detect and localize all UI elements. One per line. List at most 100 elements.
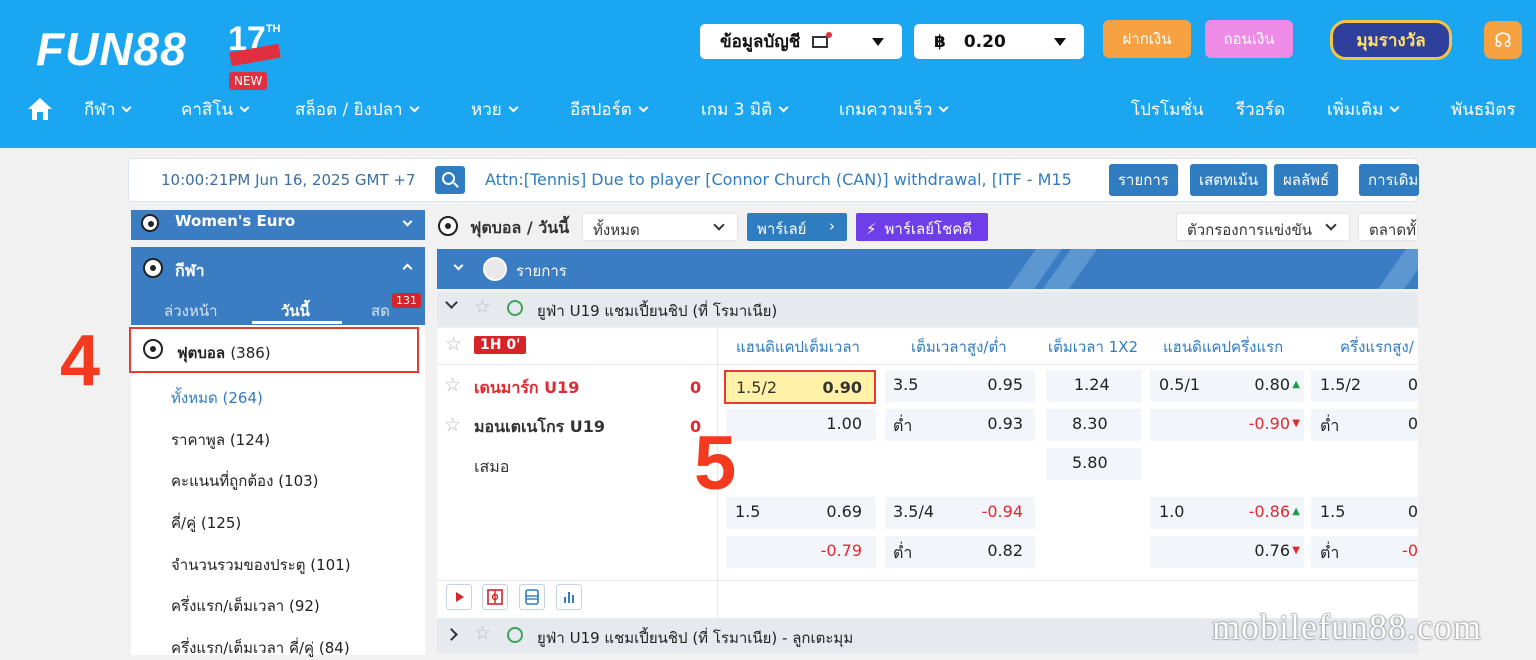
star-icon[interactable]: ☆ bbox=[445, 333, 462, 355]
hdp-odd: 0.90 bbox=[822, 378, 862, 397]
balance-dropdown[interactable]: ฿ 0.20 bbox=[914, 24, 1084, 59]
field-icon[interactable] bbox=[482, 584, 508, 610]
market-all[interactable]: ทั้งหมด (264) bbox=[171, 386, 263, 410]
highlight-box-step-5[interactable]: 1.5/2 0.90 bbox=[724, 370, 876, 404]
stats-list-icon[interactable] bbox=[519, 584, 545, 610]
match-time-badge: 1H 0' bbox=[474, 336, 527, 354]
star-icon[interactable]: ☆ bbox=[474, 296, 491, 318]
chevron-down-icon bbox=[239, 102, 250, 113]
nav-more[interactable]: เพิ่มเติม bbox=[1327, 96, 1400, 123]
odds-cell[interactable]: ต่ำ 0 bbox=[1311, 409, 1418, 441]
chevron-down-icon bbox=[638, 102, 649, 113]
odds-cell[interactable]: 1.5/2 0 bbox=[1311, 370, 1418, 402]
market-item[interactable]: ครึ่งแรก/เต็มเวลา (92) bbox=[171, 594, 320, 618]
market-item[interactable]: คะแนนที่ถูกต้อง (103) bbox=[171, 469, 319, 493]
clock-icon bbox=[483, 257, 507, 281]
nav-sports[interactable]: กีฬา bbox=[84, 96, 132, 123]
odds-cell[interactable]: -0.90 ▼ bbox=[1150, 409, 1304, 441]
reward-corner-button[interactable]: มุมรางวัล bbox=[1330, 20, 1452, 60]
nav-esports[interactable]: อีสปอร์ต bbox=[570, 96, 649, 123]
nav-fast-games[interactable]: เกมความเร็ว bbox=[839, 96, 949, 123]
live-count-badge: 131 bbox=[392, 293, 421, 308]
market-item[interactable]: จำนวนรวมของประตู (101) bbox=[171, 553, 351, 577]
odds-cell[interactable]: 8.30 bbox=[1046, 409, 1141, 441]
chevron-down-icon bbox=[1325, 219, 1337, 231]
odds-cell[interactable]: -0.79 bbox=[726, 536, 876, 568]
page-title: ฟุตบอล / วันนี้ bbox=[470, 218, 570, 237]
chevron-down-icon bbox=[409, 102, 420, 113]
search-icon[interactable] bbox=[435, 166, 465, 194]
nav-3d-games[interactable]: เกม 3 มิติ bbox=[701, 96, 789, 123]
odds-cell[interactable]: 3.5 0.95 bbox=[885, 370, 1035, 402]
market-item[interactable]: ราคาพูล (124) bbox=[171, 428, 270, 452]
chevron-down-icon[interactable] bbox=[445, 296, 458, 309]
competition-filter-dropdown[interactable]: ตัวกรองการแข่งขัน bbox=[1176, 213, 1350, 241]
chevron-down-icon bbox=[122, 102, 132, 113]
tab-today[interactable]: วันนี้ bbox=[281, 299, 310, 323]
results-button[interactable]: ผลลัพธ์ bbox=[1274, 164, 1339, 196]
sport-football[interactable]: ฟุตบอล (386) bbox=[177, 341, 271, 365]
womens-euro-bar[interactable]: Women's Euro bbox=[131, 210, 425, 240]
competition-name: ยูฟ่า U19 แชมเปี้ยนชิป (ที่ โรมาเนีย) bbox=[537, 302, 778, 320]
market-item[interactable]: คี่/คู่ (125) bbox=[171, 511, 241, 535]
parlay-button[interactable]: พาร์เลย์ › bbox=[747, 213, 847, 241]
odds-cell[interactable]: 0.76 ▼ bbox=[1150, 536, 1304, 568]
top-header: FUN88 17TH NEW ข้อมูลบัญชี ฿ 0.20 ฝากเงิ… bbox=[0, 0, 1536, 148]
odds-cell[interactable]: 3.5/4 -0.94 bbox=[885, 497, 1035, 529]
nav-promotions[interactable]: โปรโมชั่น bbox=[1131, 96, 1204, 123]
chevron-down-icon[interactable] bbox=[453, 260, 464, 271]
odds-cell[interactable]: ต่ำ 0.93 bbox=[885, 409, 1035, 441]
odds-cell[interactable]: 0.5/1 0.80 ▲ bbox=[1150, 370, 1304, 402]
market-item[interactable]: ครึ่งแรก/เต็มเวลา คี่/คู่ (84) bbox=[171, 636, 350, 660]
currency-symbol: ฿ bbox=[934, 31, 946, 52]
filter-dropdown[interactable]: ทั้งหมด bbox=[582, 213, 738, 241]
news-ticker[interactable]: Attn:[Tennis] Due to player [Connor Chur… bbox=[485, 170, 1072, 189]
competition-name: ยูฟ่า U19 แชมเปี้ยนชิป (ที่ โรมาเนีย) - … bbox=[537, 629, 854, 647]
odds-cell[interactable]: ต่ำ -0 bbox=[1311, 536, 1418, 568]
bets-list-button[interactable]: รายการ bbox=[1109, 164, 1178, 196]
col-fulltime-handicap: แฮนดิแคปเต็มเวลา bbox=[736, 338, 860, 356]
deposit-button[interactable]: ฝากเงิน bbox=[1103, 20, 1191, 58]
arrow-down-icon: ▼ bbox=[1292, 545, 1300, 556]
chevron-right-icon[interactable] bbox=[445, 628, 458, 641]
bar-chart-icon[interactable] bbox=[556, 584, 582, 610]
account-label: ข้อมูลบัญชี bbox=[720, 32, 801, 52]
main-header: ฟุตบอล / วันนี้ ทั้งหมด พาร์เลย์ › ⚡ พาร์เ… bbox=[432, 210, 1418, 246]
statement-button[interactable]: เสตทเม้น bbox=[1190, 164, 1268, 196]
fun88-logo[interactable]: FUN88 bbox=[36, 22, 187, 76]
market-filter-dropdown[interactable]: ตลาดทั้ bbox=[1358, 213, 1418, 241]
nav-lottery[interactable]: หวย bbox=[471, 96, 519, 123]
lucky-parlay-button[interactable]: ⚡ พาร์เลย์โชคดี bbox=[856, 213, 988, 241]
odds-cell[interactable]: 1.00 bbox=[726, 409, 876, 441]
odds-cell[interactable]: 1.5 0.69 bbox=[726, 497, 876, 529]
home-icon[interactable] bbox=[26, 96, 54, 122]
odds-cell[interactable]: 1.24 bbox=[1046, 370, 1141, 402]
nav-casino[interactable]: คาสิโน bbox=[181, 96, 250, 123]
chevron-up-icon[interactable] bbox=[402, 263, 413, 274]
nav-slots[interactable]: สล็อต / ยิงปลา bbox=[295, 96, 420, 123]
play-icon[interactable] bbox=[446, 584, 472, 610]
home-score: 0 bbox=[690, 378, 702, 397]
betting-button[interactable]: การเดิม bbox=[1359, 164, 1419, 196]
star-icon[interactable]: ☆ bbox=[474, 622, 491, 644]
odds-cell[interactable]: 1.0 -0.86 ▲ bbox=[1150, 497, 1304, 529]
star-icon[interactable]: ☆ bbox=[444, 414, 461, 436]
lightning-icon: ⚡ bbox=[866, 220, 877, 238]
withdraw-button[interactable]: ถอนเงิน bbox=[1205, 20, 1293, 58]
chevron-down-icon bbox=[1389, 102, 1400, 113]
odds-cell[interactable]: 1.5 0 bbox=[1311, 497, 1418, 529]
headset-icon[interactable]: ☊ bbox=[1484, 21, 1522, 59]
tab-early[interactable]: ล่วงหน้า bbox=[164, 299, 218, 323]
star-icon[interactable]: ☆ bbox=[444, 374, 461, 396]
account-dropdown[interactable]: ข้อมูลบัญชี bbox=[700, 24, 902, 59]
competition-row[interactable]: ☆ ยูฟ่า U19 แชมเปี้ยนชิป (ที่ โรมาเนีย) bbox=[437, 292, 1418, 326]
balance-value: 0.20 bbox=[963, 31, 1006, 52]
nav-rewards[interactable]: รีวอร์ด bbox=[1236, 96, 1285, 123]
nav-affiliates[interactable]: พันธมิตร bbox=[1451, 96, 1516, 123]
odds-cell[interactable]: 5.80 bbox=[1046, 448, 1141, 480]
chevron-down-icon bbox=[713, 219, 725, 231]
list-header-bar: รายการ bbox=[437, 249, 1418, 289]
tab-live[interactable]: สด bbox=[371, 299, 390, 323]
chevron-down-icon bbox=[872, 38, 884, 46]
odds-cell[interactable]: ต่ำ 0.82 bbox=[885, 536, 1035, 568]
